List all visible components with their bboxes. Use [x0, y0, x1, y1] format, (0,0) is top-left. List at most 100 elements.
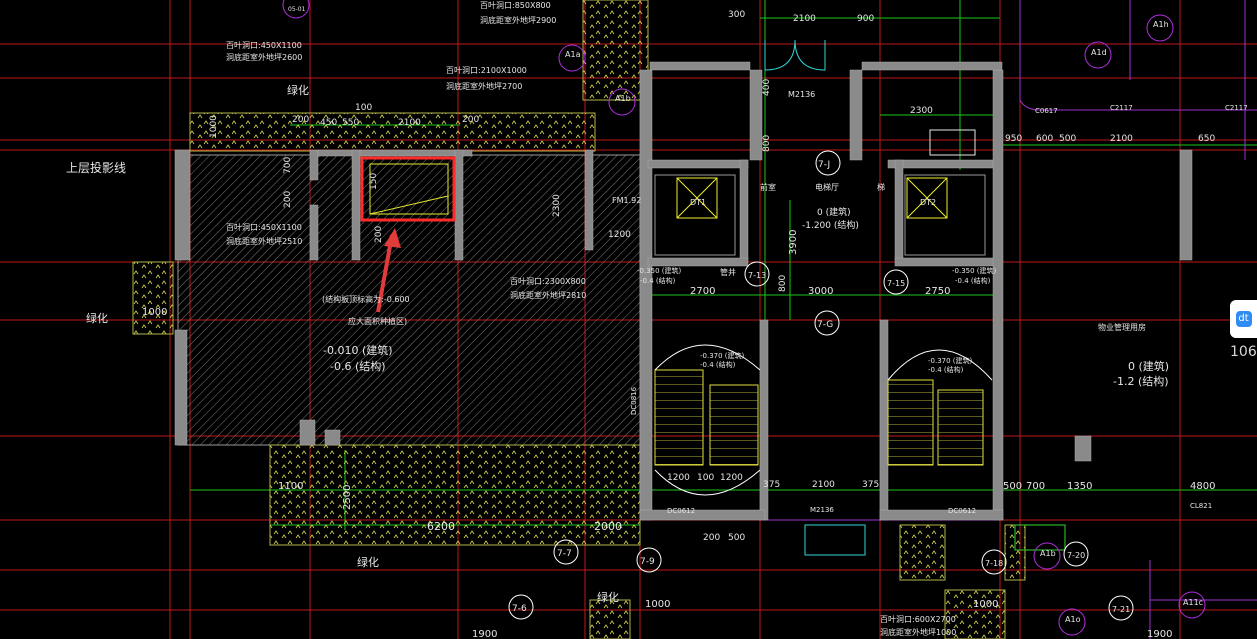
- window-note: 百叶洞口:600X2700: [880, 614, 956, 624]
- dimension-value: 150: [369, 173, 379, 190]
- side-number: 106: [1230, 344, 1257, 360]
- sheet-ref-label: A1h: [1153, 20, 1169, 29]
- dimension-value: 1000: [645, 599, 670, 610]
- sheet-ref-label: A1b: [1040, 549, 1056, 558]
- greening-label: 绿化: [287, 83, 309, 97]
- dimension-value: 2700: [690, 286, 715, 297]
- room-label: 电梯厅: [815, 182, 839, 192]
- window-note: 洞底距室外地坪2510: [226, 236, 302, 246]
- side-panel-tab[interactable]: dt: [1230, 300, 1257, 338]
- dimension-value: 2500: [342, 485, 353, 510]
- axis-label: 7-J: [818, 160, 830, 170]
- axis-label: 7-18: [985, 559, 1003, 568]
- door-tag: DC0612: [667, 507, 695, 515]
- window-note: 百叶洞口:450X1100: [226, 222, 302, 232]
- dimension-value: 2300: [910, 106, 933, 116]
- dimension-value: 700: [1026, 481, 1045, 492]
- window-note: 洞底距室外地坪1000: [880, 627, 956, 637]
- floor-note: 应大面积种植区): [348, 316, 407, 326]
- dimension-value: 950: [1005, 134, 1022, 144]
- axis-label: 7-G: [817, 320, 833, 330]
- window-note: 百叶洞口:450X1100: [226, 40, 302, 50]
- dimension-value: 200: [292, 115, 309, 125]
- greening-label: 绿化: [86, 311, 108, 325]
- door-tag: M2136: [788, 90, 815, 99]
- dimension-value: 3000: [808, 286, 833, 297]
- room-label: 梯: [877, 182, 885, 192]
- dimension-value: 2750: [925, 286, 950, 297]
- window-note: 百叶洞口:2300X800: [510, 276, 586, 286]
- dimension-value: 375: [862, 480, 879, 490]
- window-note: 洞底距室外地坪2810: [510, 290, 586, 300]
- axis-label: 7-21: [1112, 605, 1130, 614]
- upper-projection-label: 上层投影线: [66, 160, 126, 175]
- elevator-label: DT1: [690, 198, 706, 207]
- door-tag: M2136: [810, 506, 834, 514]
- dimension-value: 2100: [793, 14, 816, 24]
- door-tag: C0617: [1035, 107, 1058, 115]
- dimension-value: 500: [1059, 134, 1076, 144]
- sheet-ref-label: A1o: [1065, 615, 1081, 624]
- sheet-ref-label: A1a: [565, 50, 581, 59]
- dimension-value: 650: [1198, 134, 1215, 144]
- elevation-label: -0.6 (结构): [330, 359, 386, 373]
- dimension-value: 1200: [608, 230, 631, 240]
- dimension-value: 2000: [594, 520, 622, 533]
- dimension-value: 1200: [720, 473, 743, 483]
- dimension-value: 1900: [472, 629, 497, 639]
- greening-label: 绿化: [357, 555, 379, 569]
- axis-label: 7-7: [557, 549, 572, 559]
- window-note: 洞底距室外地坪2700: [446, 81, 522, 91]
- window-note: 洞底距室外地坪2900: [480, 15, 556, 25]
- greening-label: 绿化: [597, 590, 619, 604]
- room-label: 前室: [760, 182, 776, 192]
- room-label: 物业管理用房: [1098, 322, 1146, 332]
- elevation-label: -0.350 (建筑): [637, 266, 682, 275]
- window-note: 百叶洞口:850X800: [480, 0, 551, 10]
- sheet-ref-label: A1d: [1091, 48, 1107, 57]
- door-tag: FM1.92: [612, 196, 641, 205]
- dimension-value: 200: [703, 533, 720, 543]
- cad-drawing-canvas[interactable]: 上层投影线 绿化 绿化 绿化 绿化 1000 100 200 450 550 2…: [0, 0, 1257, 639]
- window-note: 百叶洞口:2100X1000: [446, 65, 527, 75]
- sheet-ref-label: A1b: [615, 94, 631, 103]
- dimension-value: 1200: [667, 473, 690, 483]
- elevation-label: -0.370 (建筑): [700, 351, 745, 360]
- dimension-value: 3900: [788, 230, 799, 255]
- door-tag: DC0816: [630, 386, 638, 415]
- elevation-label: -0.4 (结构): [700, 360, 736, 369]
- axis-label: 7-9: [640, 557, 655, 567]
- elevation-label: -0.4 (结构): [955, 276, 991, 285]
- door-tag: C2117: [1225, 104, 1248, 112]
- elevation-label: -0.010 (建筑): [323, 343, 393, 357]
- dimension-value: 1000: [973, 599, 998, 610]
- dimension-value: 4800: [1190, 481, 1215, 492]
- app-icon: dt: [1235, 311, 1252, 327]
- floor-note: (结构板顶标高为:-0.600: [322, 294, 410, 304]
- dimension-value: 1100: [278, 481, 303, 492]
- elevation-label: -1.2 (结构): [1113, 374, 1169, 388]
- room-label: 管井: [720, 267, 736, 277]
- elevation-label: -0.370 (建筑): [928, 356, 973, 365]
- dimension-value: 300: [728, 10, 745, 20]
- dimension-value: 2100: [1110, 134, 1133, 144]
- dimension-value: 800: [762, 135, 772, 152]
- dimension-value: 400: [762, 79, 772, 96]
- dimension-value: 200: [462, 115, 479, 125]
- dimension-value: 2300: [552, 194, 562, 217]
- dimension-value: 800: [778, 275, 788, 292]
- dimension-value: 700: [283, 157, 293, 174]
- door-tag: CL821: [1190, 502, 1212, 510]
- dimension-value: 6200: [427, 520, 455, 533]
- dimension-value: 550: [342, 118, 359, 128]
- dimension-value: 600: [1036, 134, 1053, 144]
- sheet-ref-label: 05-01: [288, 6, 306, 13]
- axis-label: 7-6: [512, 604, 527, 614]
- dimension-value: 500: [728, 533, 745, 543]
- dimension-value: 500: [1003, 481, 1022, 492]
- elevation-label: -0.350 (建筑): [952, 266, 997, 275]
- dimension-value: 900: [857, 14, 874, 24]
- elevation-label: -0.4 (结构): [640, 276, 676, 285]
- elevation-label: 0 (建筑): [1128, 359, 1169, 373]
- elevator-label: DT2: [920, 198, 936, 207]
